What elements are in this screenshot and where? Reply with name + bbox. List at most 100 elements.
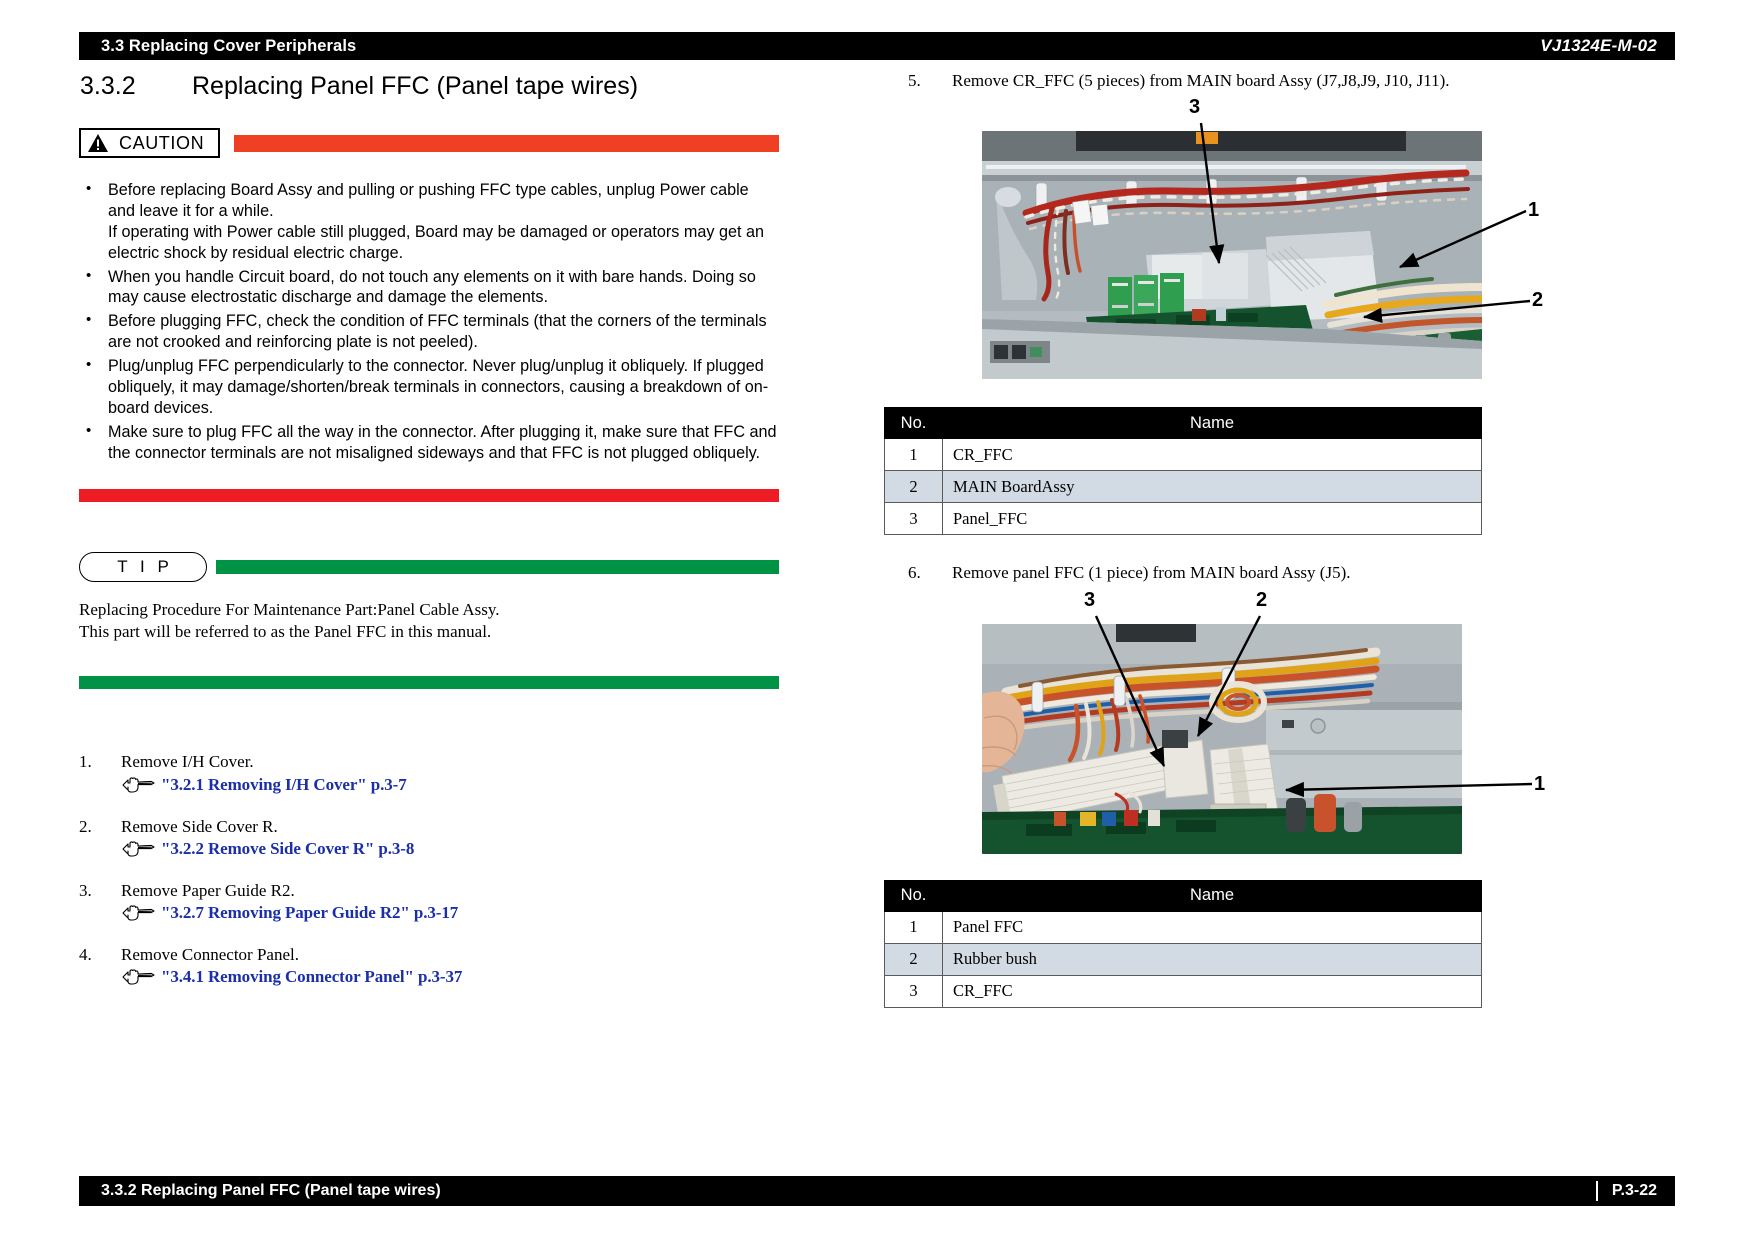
table-row: 1 Panel FFC	[884, 910, 1482, 944]
step-number: 4.	[79, 945, 92, 965]
step-number: 6.	[908, 563, 921, 583]
link-label[interactable]: "3.2.7 Removing Paper Guide R2" p.3-17	[161, 903, 458, 923]
leader-line-2	[1362, 300, 1531, 324]
cell-name: Rubber bush	[942, 942, 1482, 976]
caution-label-text: CAUTION	[119, 133, 205, 153]
leader-line-1	[1284, 781, 1533, 797]
tip-line-2: This part will be referred to as the Pan…	[79, 622, 492, 642]
step-text: Remove CR_FFC (5 pieces) from MAIN board…	[952, 71, 1450, 90]
cell-name: CR_FFC	[942, 974, 1482, 1008]
list-item: 2. Remove Side Cover R. "3.2.2 Remove Si…	[79, 816, 779, 859]
tip-block: T I P Replacing Procedure For Maintenanc…	[79, 551, 779, 690]
cell-name: MAIN BoardAssy	[942, 470, 1482, 504]
parts-table-2: No. Name 1 Panel FFC 2 Rubber bush 3 CR_…	[884, 879, 1482, 1008]
link-label[interactable]: "3.2.2 Remove Side Cover R" p.3-8	[161, 839, 414, 859]
caution-header: CAUTION	[79, 128, 779, 158]
list-item: 5. Remove CR_FFC (5 pieces) from MAIN bo…	[908, 70, 1690, 91]
caution-block: CAUTION Before replacing Board Assy and …	[79, 128, 779, 502]
left-column: CAUTION Before replacing Board Assy and …	[79, 128, 779, 1008]
step-number: 2.	[79, 816, 92, 836]
table-header-name: Name	[942, 407, 1482, 440]
tip-footer-bar	[79, 676, 779, 690]
cell-no: 1	[884, 910, 943, 944]
footer-divider	[1595, 1181, 1598, 1201]
pointing-hand-icon	[121, 967, 155, 987]
table-header-row: No. Name	[884, 407, 1482, 440]
cross-reference-link[interactable]: "3.2.2 Remove Side Cover R" p.3-8	[121, 839, 779, 859]
leader-line-3	[1199, 123, 1225, 265]
pointing-hand-icon	[121, 903, 155, 923]
footer-section-label: 3.3.2 Replacing Panel FFC (Panel tape wi…	[101, 1182, 441, 1199]
figure-2-callout-3: 3	[1084, 588, 1096, 611]
section-number: 3.3.2	[80, 72, 136, 100]
figure-1: 3 1 2	[966, 97, 1566, 405]
parts-table-1: No. Name 1 CR_FFC 2 MAIN BoardAssy 3 Pan…	[884, 407, 1482, 536]
table-row: 3 Panel_FFC	[884, 502, 1482, 536]
cell-name: Panel_FFC	[942, 502, 1482, 536]
figure-2-callout-2: 2	[1256, 588, 1268, 611]
list-item: 6. Remove panel FFC (1 piece) from MAIN …	[908, 562, 1690, 583]
list-item: 4. Remove Connector Panel. "3.4.1 Removi…	[79, 944, 779, 987]
procedure-steps-left: 1. Remove I/H Cover. "3.2.1 Removing I/H…	[79, 751, 779, 987]
caution-bullet-text: Plug/unplug FFC perpendicularly to the c…	[108, 357, 769, 417]
tip-label-box: T I P	[79, 551, 207, 582]
step-number: 3.	[79, 880, 92, 900]
cell-name: CR_FFC	[942, 438, 1482, 472]
step-number: 1.	[79, 752, 92, 772]
caution-bullet-text: Before replacing Board Assy and pulling …	[108, 181, 764, 262]
caution-accent-bar	[234, 134, 779, 152]
tip-accent-bar	[216, 559, 779, 574]
table-row: 2 Rubber bush	[884, 942, 1482, 976]
step-text: Remove panel FFC (1 piece) from MAIN boa…	[952, 563, 1351, 583]
table-header-name: Name	[942, 879, 1482, 912]
figure-1-callout-3: 3	[1189, 96, 1201, 119]
step-text: Remove Side Cover R.	[121, 816, 278, 836]
list-item: 1. Remove I/H Cover. "3.2.1 Removing I/H…	[79, 751, 779, 794]
page-header: 3.3 Replacing Cover Peripherals VJ1324E-…	[79, 32, 1675, 60]
caution-footer-bar	[79, 488, 779, 502]
figure-2: 3 2 1	[966, 590, 1566, 878]
table-row: 3 CR_FFC	[884, 974, 1482, 1008]
leader-line-3	[1094, 615, 1166, 767]
cell-no: 3	[884, 974, 943, 1008]
step-text: Remove Connector Panel.	[121, 945, 299, 965]
link-label[interactable]: "3.4.1 Removing Connector Panel" p.3-37	[161, 967, 462, 987]
caution-bullet: Make sure to plug FFC all the way in the…	[79, 421, 779, 464]
figure-1-callout-leaders	[982, 123, 1531, 380]
page-number: P.3-22	[1611, 1182, 1657, 1199]
tip-header: T I P	[79, 551, 779, 582]
header-section-label: 3.3 Replacing Cover Peripherals	[101, 36, 357, 55]
cell-no: 2	[884, 470, 943, 504]
step-number: 5.	[908, 71, 921, 90]
leader-line-2	[1196, 614, 1262, 737]
caution-bullet: When you handle Circuit board, do not to…	[79, 266, 779, 309]
table-header-row: No. Name	[884, 879, 1482, 912]
cell-no: 3	[884, 502, 943, 536]
cell-no: 1	[884, 438, 943, 472]
pointing-hand-icon	[121, 775, 155, 795]
table-row: 1 CR_FFC	[884, 438, 1482, 472]
figure-2-callout-leaders	[982, 614, 1533, 854]
caution-bullet: Plug/unplug FFC perpendicularly to the c…	[79, 355, 779, 419]
figure-2-callout-1: 1	[1534, 772, 1546, 795]
cross-reference-link[interactable]: "3.4.1 Removing Connector Panel" p.3-37	[121, 967, 779, 987]
page-title: 3.3.2 Replacing Panel FFC (Panel tape wi…	[80, 72, 638, 101]
cell-name: Panel FFC	[942, 910, 1482, 944]
photo-ffc-removal	[982, 623, 1462, 854]
cross-reference-link[interactable]: "3.2.7 Removing Paper Guide R2" p.3-17	[121, 903, 779, 923]
pointing-hand-icon	[121, 839, 155, 859]
warning-triangle-icon	[87, 133, 109, 153]
figure-1-callout-1: 1	[1528, 199, 1540, 222]
header-document-code: VJ1324E-M-02	[1540, 36, 1657, 55]
leader-line-1	[1398, 210, 1527, 269]
photo-printer-interior	[982, 131, 1482, 380]
tip-line-1: Replacing Procedure For Maintenance Part…	[79, 599, 500, 619]
page-footer: 3.3.2 Replacing Panel FFC (Panel tape wi…	[79, 1176, 1675, 1206]
section-title-text: Replacing Panel FFC (Panel tape wires)	[192, 72, 639, 100]
link-label[interactable]: "3.2.1 Removing I/H Cover" p.3-7	[161, 775, 407, 795]
table-header-no: No.	[884, 407, 943, 440]
cross-reference-link[interactable]: "3.2.1 Removing I/H Cover" p.3-7	[121, 775, 779, 795]
table-header-no: No.	[884, 879, 943, 912]
caution-bullet: Before plugging FFC, check the condition…	[79, 310, 779, 353]
caution-bullet: Before replacing Board Assy and pulling …	[79, 179, 779, 264]
